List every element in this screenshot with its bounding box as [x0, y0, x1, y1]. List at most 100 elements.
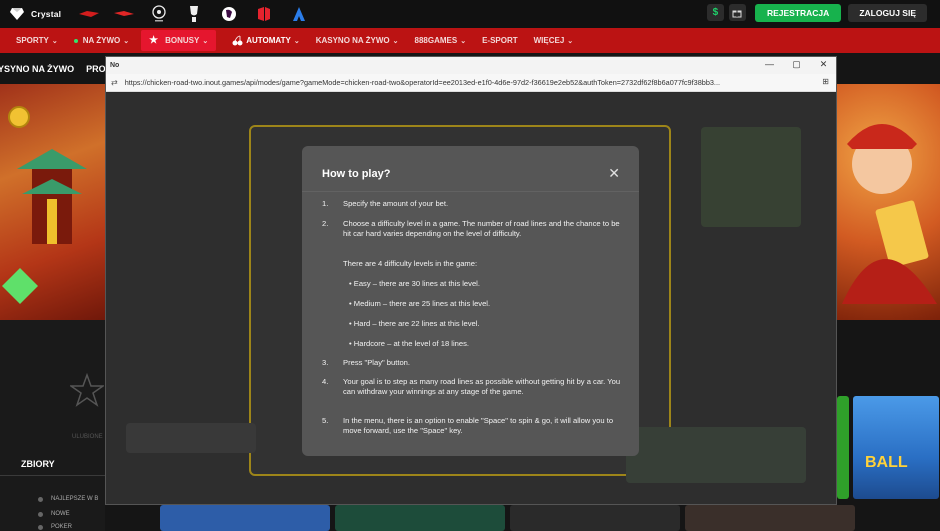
- sponsor-logos: [79, 5, 309, 23]
- nav-label: WIĘCEJ: [533, 36, 565, 45]
- nav-na-zywo[interactable]: NA ŻYWO ⌄: [73, 36, 129, 45]
- url-text: https://chicken-road-two.inout.games/api…: [124, 78, 721, 87]
- sub-nav: YSYNO NA ŻYWO PROMO: [0, 64, 120, 74]
- gold-coin-icon: [8, 106, 30, 128]
- premier-league-icon: [219, 5, 239, 23]
- close-window-icon[interactable]: ✕: [810, 59, 837, 70]
- nav-label: NA ŻYWO: [82, 36, 121, 45]
- translate-icon[interactable]: ⊞: [822, 77, 829, 86]
- cherry-icon: [232, 35, 243, 46]
- instruction-step: 3. Press "Play" button.: [322, 358, 622, 368]
- nav-wiecej[interactable]: WIĘCEJ ⌄: [534, 36, 574, 45]
- nav-automaty[interactable]: AUTOMATY ⌄: [232, 35, 300, 46]
- instruction-step: 5. In the menu, there is an option to ena…: [322, 416, 622, 436]
- step-text: Specify the amount of your bet.: [343, 199, 449, 208]
- logo-text: Crystal: [31, 9, 62, 19]
- step-number: 4.: [322, 377, 329, 386]
- game-thumbnail[interactable]: [160, 505, 330, 531]
- instruction-step: 1. Specify the amount of your bet.: [322, 199, 622, 209]
- sidebar-item-label: POKER: [51, 524, 73, 530]
- bullet-icon: [38, 496, 43, 502]
- diamond-logo-icon: [10, 8, 24, 20]
- site-info-icon[interactable]: ⇄: [111, 78, 118, 87]
- levels-intro: There are 4 difficulty levels in the gam…: [343, 259, 478, 268]
- game-thumbnail[interactable]: [837, 396, 849, 499]
- close-icon[interactable]: ✕: [608, 166, 620, 180]
- window-title: No: [110, 62, 120, 69]
- bullet-icon: [38, 511, 43, 517]
- step-number: 5.: [322, 416, 329, 425]
- god-of-wealth-illustration: [842, 124, 937, 304]
- chevron-down-icon: ⌄: [51, 37, 58, 45]
- step-number: 2.: [322, 219, 329, 228]
- step-text: Choose a difficulty level in a game. The…: [343, 219, 620, 238]
- game-thumbnail[interactable]: [685, 505, 855, 531]
- game-thumbnail[interactable]: BALL: [853, 396, 939, 499]
- login-button[interactable]: ZALOGUJ SIĘ: [848, 4, 927, 22]
- dollar-icon: $: [712, 7, 719, 18]
- game-thumbnails: [160, 505, 940, 531]
- nav-label: BONUSY: [165, 36, 200, 45]
- sidebar-item-label: NOWE: [51, 511, 70, 517]
- subnav-item-kasyno[interactable]: YSYNO NA ŻYWO: [0, 64, 74, 74]
- window-controls: — ▢ ✕: [756, 59, 837, 70]
- gift-button[interactable]: [728, 4, 746, 21]
- champions-league-icon: [149, 5, 169, 23]
- step-text: Press "Play" button.: [343, 358, 411, 367]
- laliga-icon: [254, 5, 274, 23]
- left-promo-banner[interactable]: [0, 84, 105, 320]
- modal-title: How to play?: [322, 168, 391, 180]
- sponsor-2-icon: [114, 5, 135, 23]
- sponsor-1-icon: [79, 5, 100, 23]
- pagoda-illustration: [17, 149, 87, 244]
- sidebar-item-poker[interactable]: POKER: [38, 524, 72, 530]
- sponsor-7-icon: [289, 5, 309, 23]
- favorites-label: ULUBIONE: [72, 434, 103, 440]
- divider: [0, 475, 105, 476]
- main-nav: SPORTY ⌄ NA ŻYWO ⌄ ★ BONUSY ⌄ AUTOMATY ⌄ KASY…: [0, 28, 940, 53]
- minimize-icon[interactable]: —: [756, 59, 783, 70]
- level-item: • Easy – there are 30 lines at this leve…: [349, 279, 480, 288]
- nav-label: 888GAMES: [414, 36, 458, 45]
- game-thumbnail[interactable]: [335, 505, 505, 531]
- chevron-down-icon: ⌄: [202, 37, 209, 45]
- nav-bonusy[interactable]: ★ BONUSY ⌄: [141, 30, 217, 51]
- game-thumbnail[interactable]: [510, 505, 680, 531]
- maximize-icon[interactable]: ▢: [783, 59, 810, 70]
- nav-sporty[interactable]: SPORTY ⌄: [16, 36, 58, 45]
- register-button[interactable]: REJESTRACJA: [754, 4, 842, 22]
- instruction-step: 2. Choose a difficulty level in a game. T…: [322, 219, 622, 239]
- nav-label: E-SPORT: [482, 36, 518, 45]
- thumbnail-title: BALL: [865, 454, 908, 471]
- right-game-thumbnails: BALL: [837, 396, 940, 499]
- step-number: 3.: [322, 358, 329, 367]
- level-item: • Hard – there are 22 lines at this leve…: [349, 319, 480, 328]
- nav-label: AUTOMATY: [246, 36, 291, 45]
- site-logo[interactable]: Crystal: [10, 8, 61, 20]
- top-bar: Crystal $ REJESTRACJA ZALOGUJ SIĘ: [0, 0, 940, 28]
- nav-888games[interactable]: 888GAMES ⌄: [415, 36, 467, 45]
- bullet-icon: [38, 524, 43, 530]
- nav-e-sport[interactable]: E-SPORT: [482, 36, 518, 45]
- collections-heading: ZBIORY: [21, 459, 55, 469]
- star-outline-icon: [70, 373, 104, 407]
- chevron-down-icon: ⌄: [567, 37, 574, 45]
- sidebar-item-best[interactable]: NAJLEPSZE W B: [38, 496, 98, 502]
- nav-kasyno-na-zywo[interactable]: KASYNO NA ŻYWO ⌄: [316, 36, 399, 45]
- europa-league-icon: [184, 5, 204, 23]
- live-dot-icon: [73, 38, 78, 43]
- chevron-down-icon: ⌄: [460, 37, 467, 45]
- step-text: Your goal is to step as many road lines …: [343, 377, 621, 396]
- address-bar[interactable]: ⇄ https://chicken-road-two.inout.games/a…: [106, 74, 836, 92]
- deposit-dollar-button[interactable]: $: [706, 4, 724, 21]
- window-titlebar: No: [106, 57, 836, 74]
- right-promo-banner[interactable]: [837, 84, 940, 320]
- top-actions: $ REJESTRACJA ZALOGUJ SIĘ: [706, 4, 927, 22]
- sidebar-item-new[interactable]: NOWE: [38, 511, 70, 517]
- step-number: 1.: [322, 199, 329, 208]
- instruction-step: 4. Your goal is to step as many road line…: [322, 377, 622, 397]
- step-text: In the menu, there is an option to enabl…: [343, 416, 614, 435]
- nav-label: SPORTY: [16, 36, 49, 45]
- green-gem-icon: [2, 268, 38, 304]
- nav-label: KASYNO NA ŻYWO: [315, 36, 390, 45]
